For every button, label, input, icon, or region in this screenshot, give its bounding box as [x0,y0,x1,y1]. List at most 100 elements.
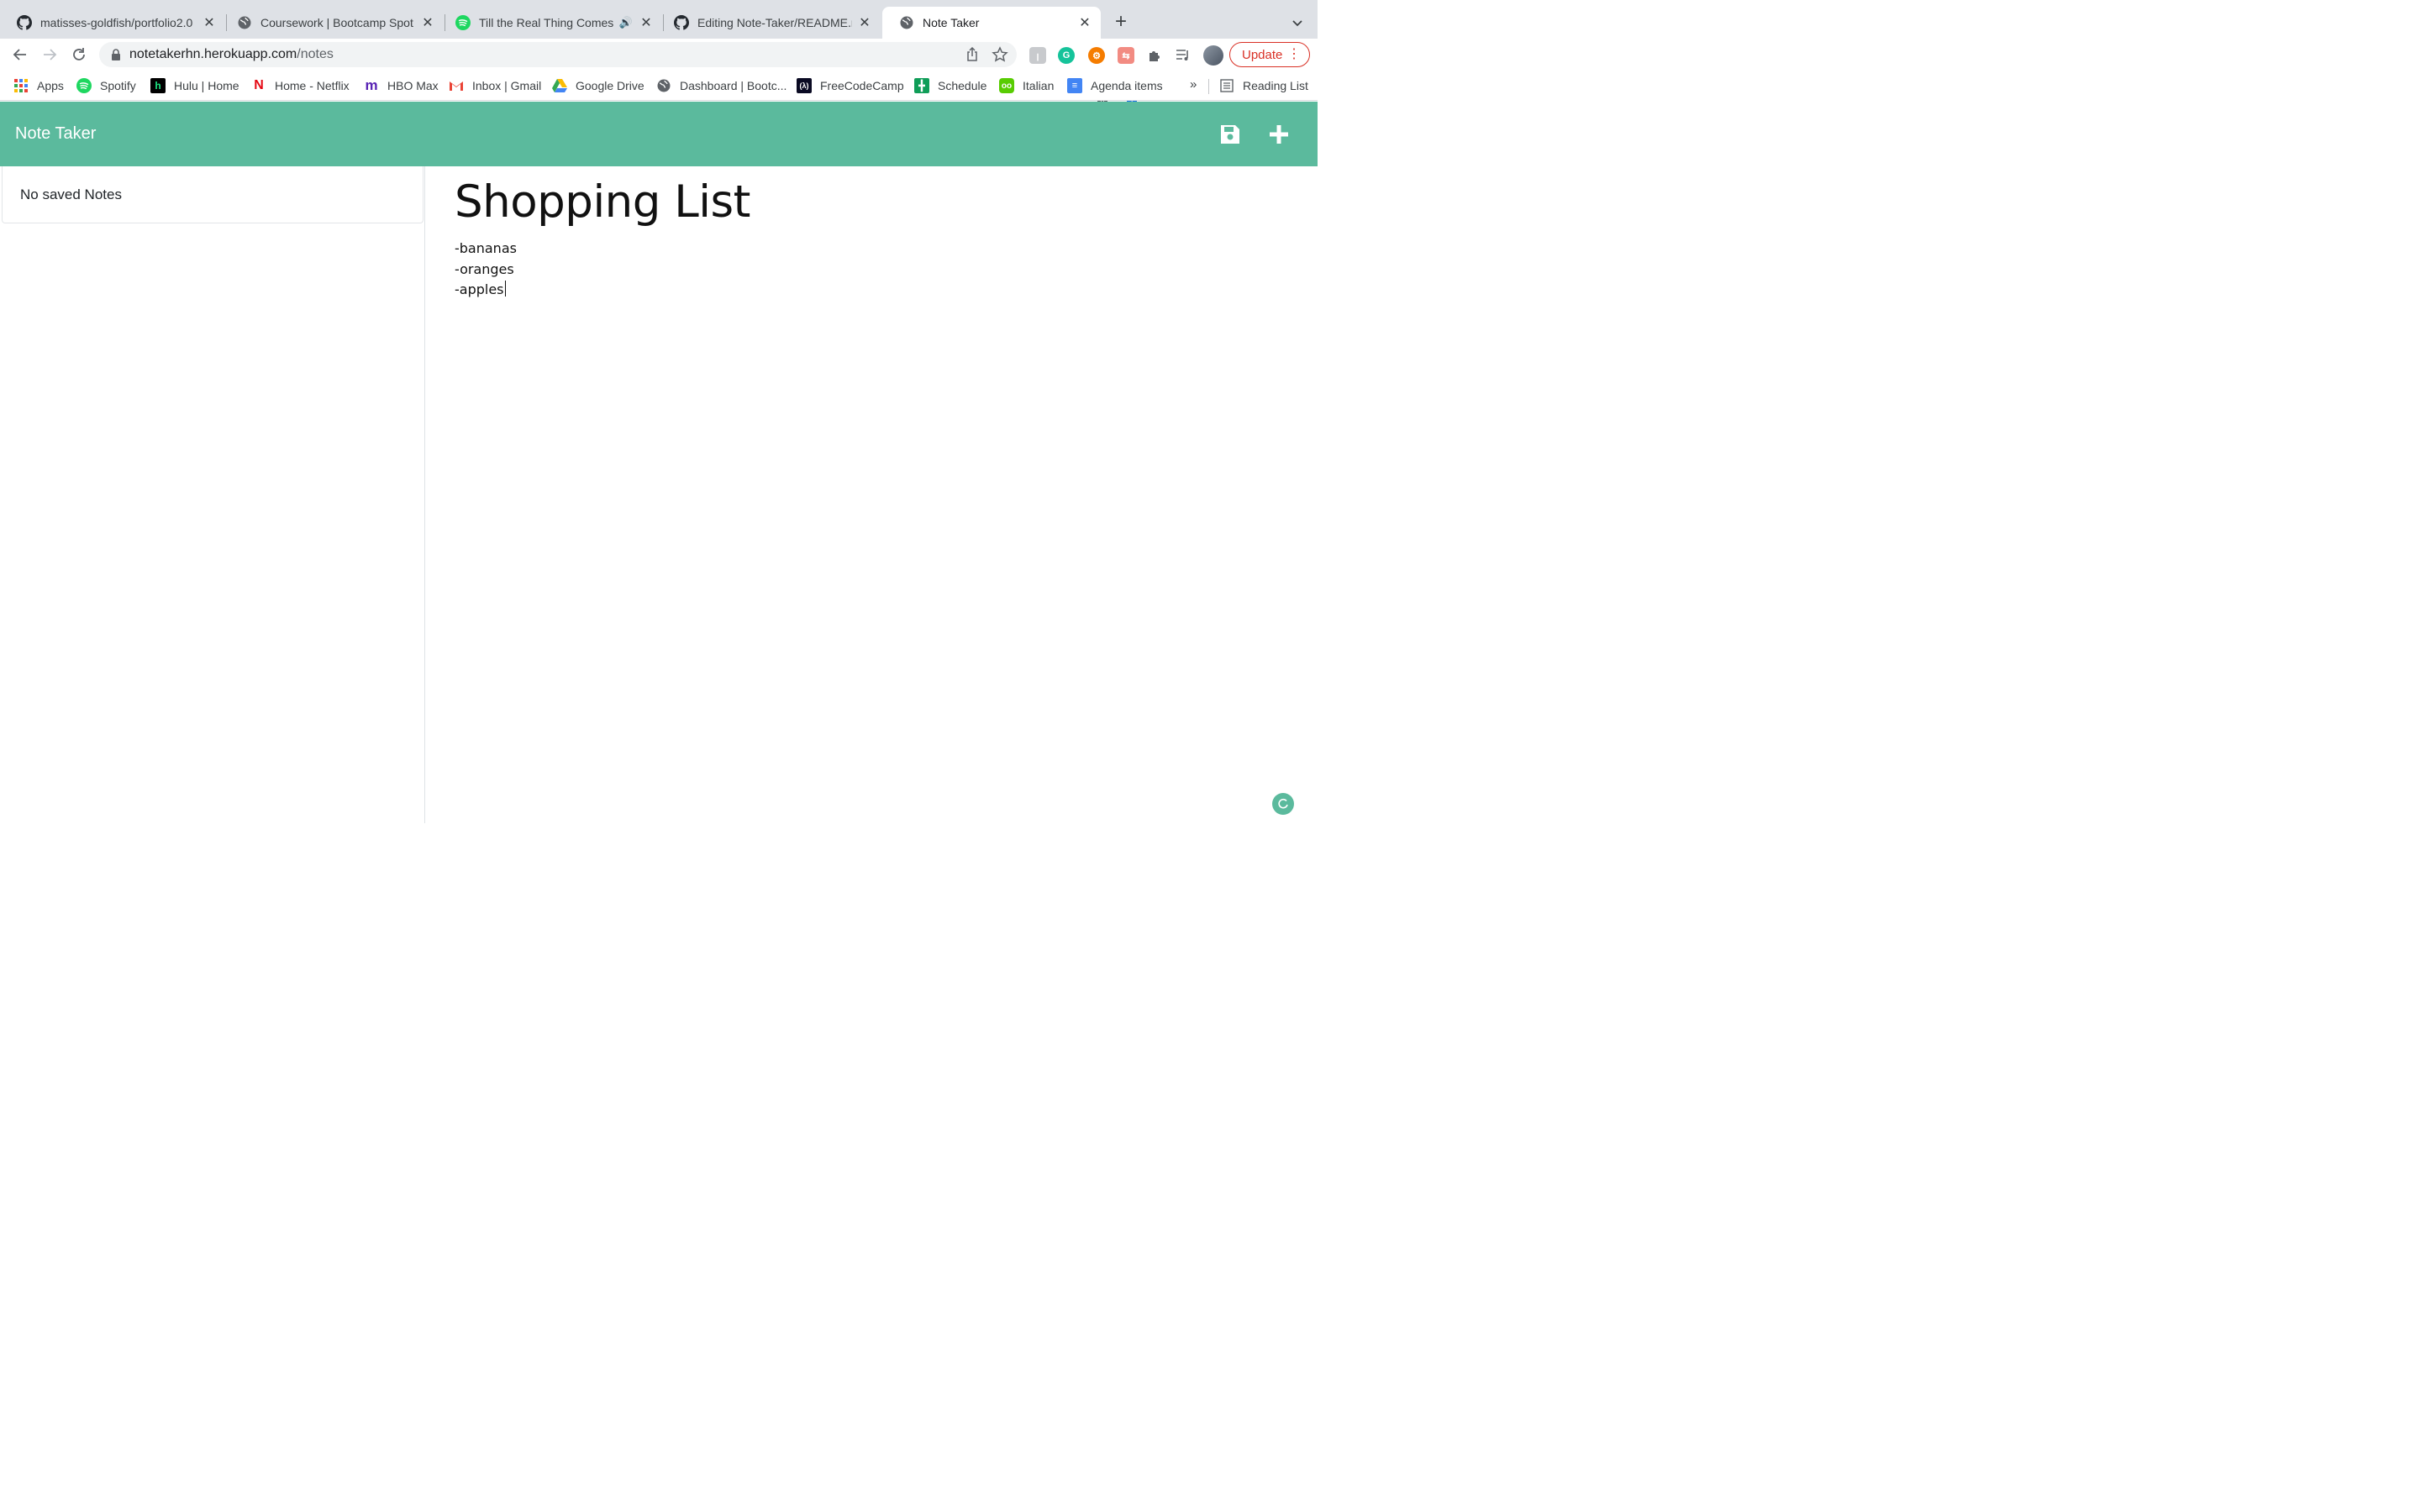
bookmark-label: Hulu | Home [174,79,239,92]
extension-icon[interactable]: ⇆ [1118,47,1134,64]
save-icon[interactable] [1218,122,1243,147]
add-note-icon[interactable] [1266,122,1292,147]
note-editor: Shopping List -bananas -oranges -apples [426,166,1318,823]
docs-icon: ≡ [1067,78,1082,93]
github-icon [674,15,689,30]
sheets-icon: ╋ [914,78,929,93]
new-tab-button[interactable]: + [1111,12,1131,33]
bookmark-label: Schedule [938,79,987,92]
bookmarks-bar: Apps Spotify h Hulu | Home N Home - Netf… [0,71,1318,101]
spotify-icon [455,15,471,30]
note-line: -apples [455,280,517,301]
netflix-icon: N [254,78,264,92]
tab-title: Till the Real Thing Comes A [479,16,613,29]
reading-list-button[interactable]: Reading List [1219,77,1308,94]
tab-editing-readme[interactable]: Editing Note-Taker/README.m ✕ [657,7,881,39]
tab-title: Note Taker [923,16,980,29]
bookmark-label: Apps [37,79,64,92]
note-title-input[interactable]: Shopping List [455,176,750,228]
spotify-icon [76,78,92,93]
speaker-icon[interactable]: 🔊 [618,15,634,30]
bookmark-hulu[interactable]: h Hulu | Home [150,77,239,94]
apps-grid-icon [13,78,29,93]
close-icon[interactable]: ✕ [639,15,654,30]
bookmark-gmail[interactable]: Inbox | Gmail [449,77,541,94]
bookmark-label: Spotify [100,79,136,92]
note-line-text: -apples [455,281,504,297]
text-cursor [504,281,506,297]
url-path: /notes [297,47,334,61]
reading-list-icon [1219,78,1234,93]
app-navbar: Note Taker [0,102,1318,166]
globe-icon [237,15,252,30]
bookmark-label: Google Drive [576,79,644,92]
google-drive-icon [552,78,567,93]
tab-note-taker[interactable]: Note Taker ✕ [882,7,1101,39]
url-host: notetakerhn.herokuapp.com [129,47,297,61]
divider [1208,79,1209,94]
tab-strip: matisses-goldfish/portfolio2.0 ✕ Coursew… [0,0,1318,39]
note-line: -oranges [455,260,517,281]
browser-window: matisses-goldfish/portfolio2.0 ✕ Coursew… [0,0,1318,823]
gmail-icon [449,78,464,93]
chevron-down-icon[interactable] [1289,14,1306,31]
globe-icon [899,15,914,30]
freecodecamp-icon: (λ) [797,78,812,93]
close-icon[interactable]: ✕ [1077,15,1092,30]
bookmark-label: FreeCodeCamp [820,79,904,92]
empty-notes-item: No saved Notes [2,166,424,223]
bookmarks-overflow-button[interactable]: » [1190,77,1197,92]
close-icon[interactable]: ✕ [420,15,435,30]
note-line-text: -oranges [455,260,514,277]
tab-title: matisses-goldfish/portfolio2.0 [40,16,193,29]
url-text: notetakerhn.herokuapp.com/notes [129,47,334,62]
notes-sidebar: No saved Notes [0,166,425,823]
more-vertical-icon[interactable]: ⋮ [1287,47,1301,62]
extension-icon[interactable]: ꞁ [1029,47,1046,64]
avatar[interactable] [1203,45,1223,66]
bookmark-label: Italian [1023,79,1055,92]
tab-title: Coursework | Bootcamp Spot [260,16,413,29]
bookmark-label: Inbox | Gmail [472,79,542,92]
update-button[interactable]: Update ⋮ [1229,42,1310,67]
reload-button[interactable] [70,45,88,64]
hulu-icon: h [150,78,166,93]
bookmark-italian[interactable]: oo Italian [999,77,1054,94]
address-bar[interactable]: notetakerhn.herokuapp.com/notes [99,42,1017,67]
bookmark-dashboard[interactable]: Dashboard | Bootc... [656,77,786,94]
note-line: -bananas [455,240,517,256]
bookmark-google-drive[interactable]: Google Drive [552,77,644,94]
empty-notes-message: No saved Notes [20,186,122,202]
close-icon[interactable]: ✕ [857,15,872,30]
tab-coursework[interactable]: Coursework | Bootcamp Spot ✕ [220,7,444,39]
bookmark-spotify[interactable]: Spotify [76,77,136,94]
puzzle-icon[interactable] [1146,47,1163,64]
github-icon [17,15,32,30]
reading-list-label: Reading List [1243,79,1308,92]
bookmark-hbo-max[interactable]: m HBO Max [364,77,439,94]
bookmark-star-icon[interactable] [992,46,1008,63]
bookmark-agenda-items[interactable]: ≡ Agenda items [1067,77,1163,94]
app-title[interactable]: Note Taker [15,124,96,144]
forward-button[interactable] [40,45,59,64]
lock-icon[interactable] [110,48,122,61]
note-text-area[interactable]: -bananas -oranges -apples [455,239,517,301]
bookmark-label: HBO Max [387,79,439,92]
browser-toolbar: notetakerhn.herokuapp.com/notes ꞁ G ⚙ 0 … [0,39,1318,105]
share-icon[interactable] [965,46,980,62]
grammarly-icon[interactable]: G [1058,47,1075,64]
bookmark-netflix[interactable]: N Home - Netflix [251,77,349,94]
tab-portfolio[interactable]: matisses-goldfish/portfolio2.0 ✕ [0,7,225,39]
bookmark-schedule[interactable]: ╋ Schedule [914,77,986,94]
close-icon[interactable]: ✕ [202,15,217,30]
extension-icon[interactable]: ⚙ [1088,47,1105,64]
tab-spotify-song[interactable]: Till the Real Thing Comes A 🔊 ✕ [439,7,662,39]
back-button[interactable] [11,45,29,64]
duolingo-icon: oo [999,78,1014,93]
bookmark-apps[interactable]: Apps [13,77,64,94]
grammarly-button[interactable] [1272,793,1294,815]
bookmark-freecodecamp[interactable]: (λ) FreeCodeCamp [797,77,904,94]
tab-title: Editing Note-Taker/README.m [697,16,852,29]
hbo-max-icon: m [365,77,378,93]
media-control-icon[interactable] [1175,47,1192,64]
